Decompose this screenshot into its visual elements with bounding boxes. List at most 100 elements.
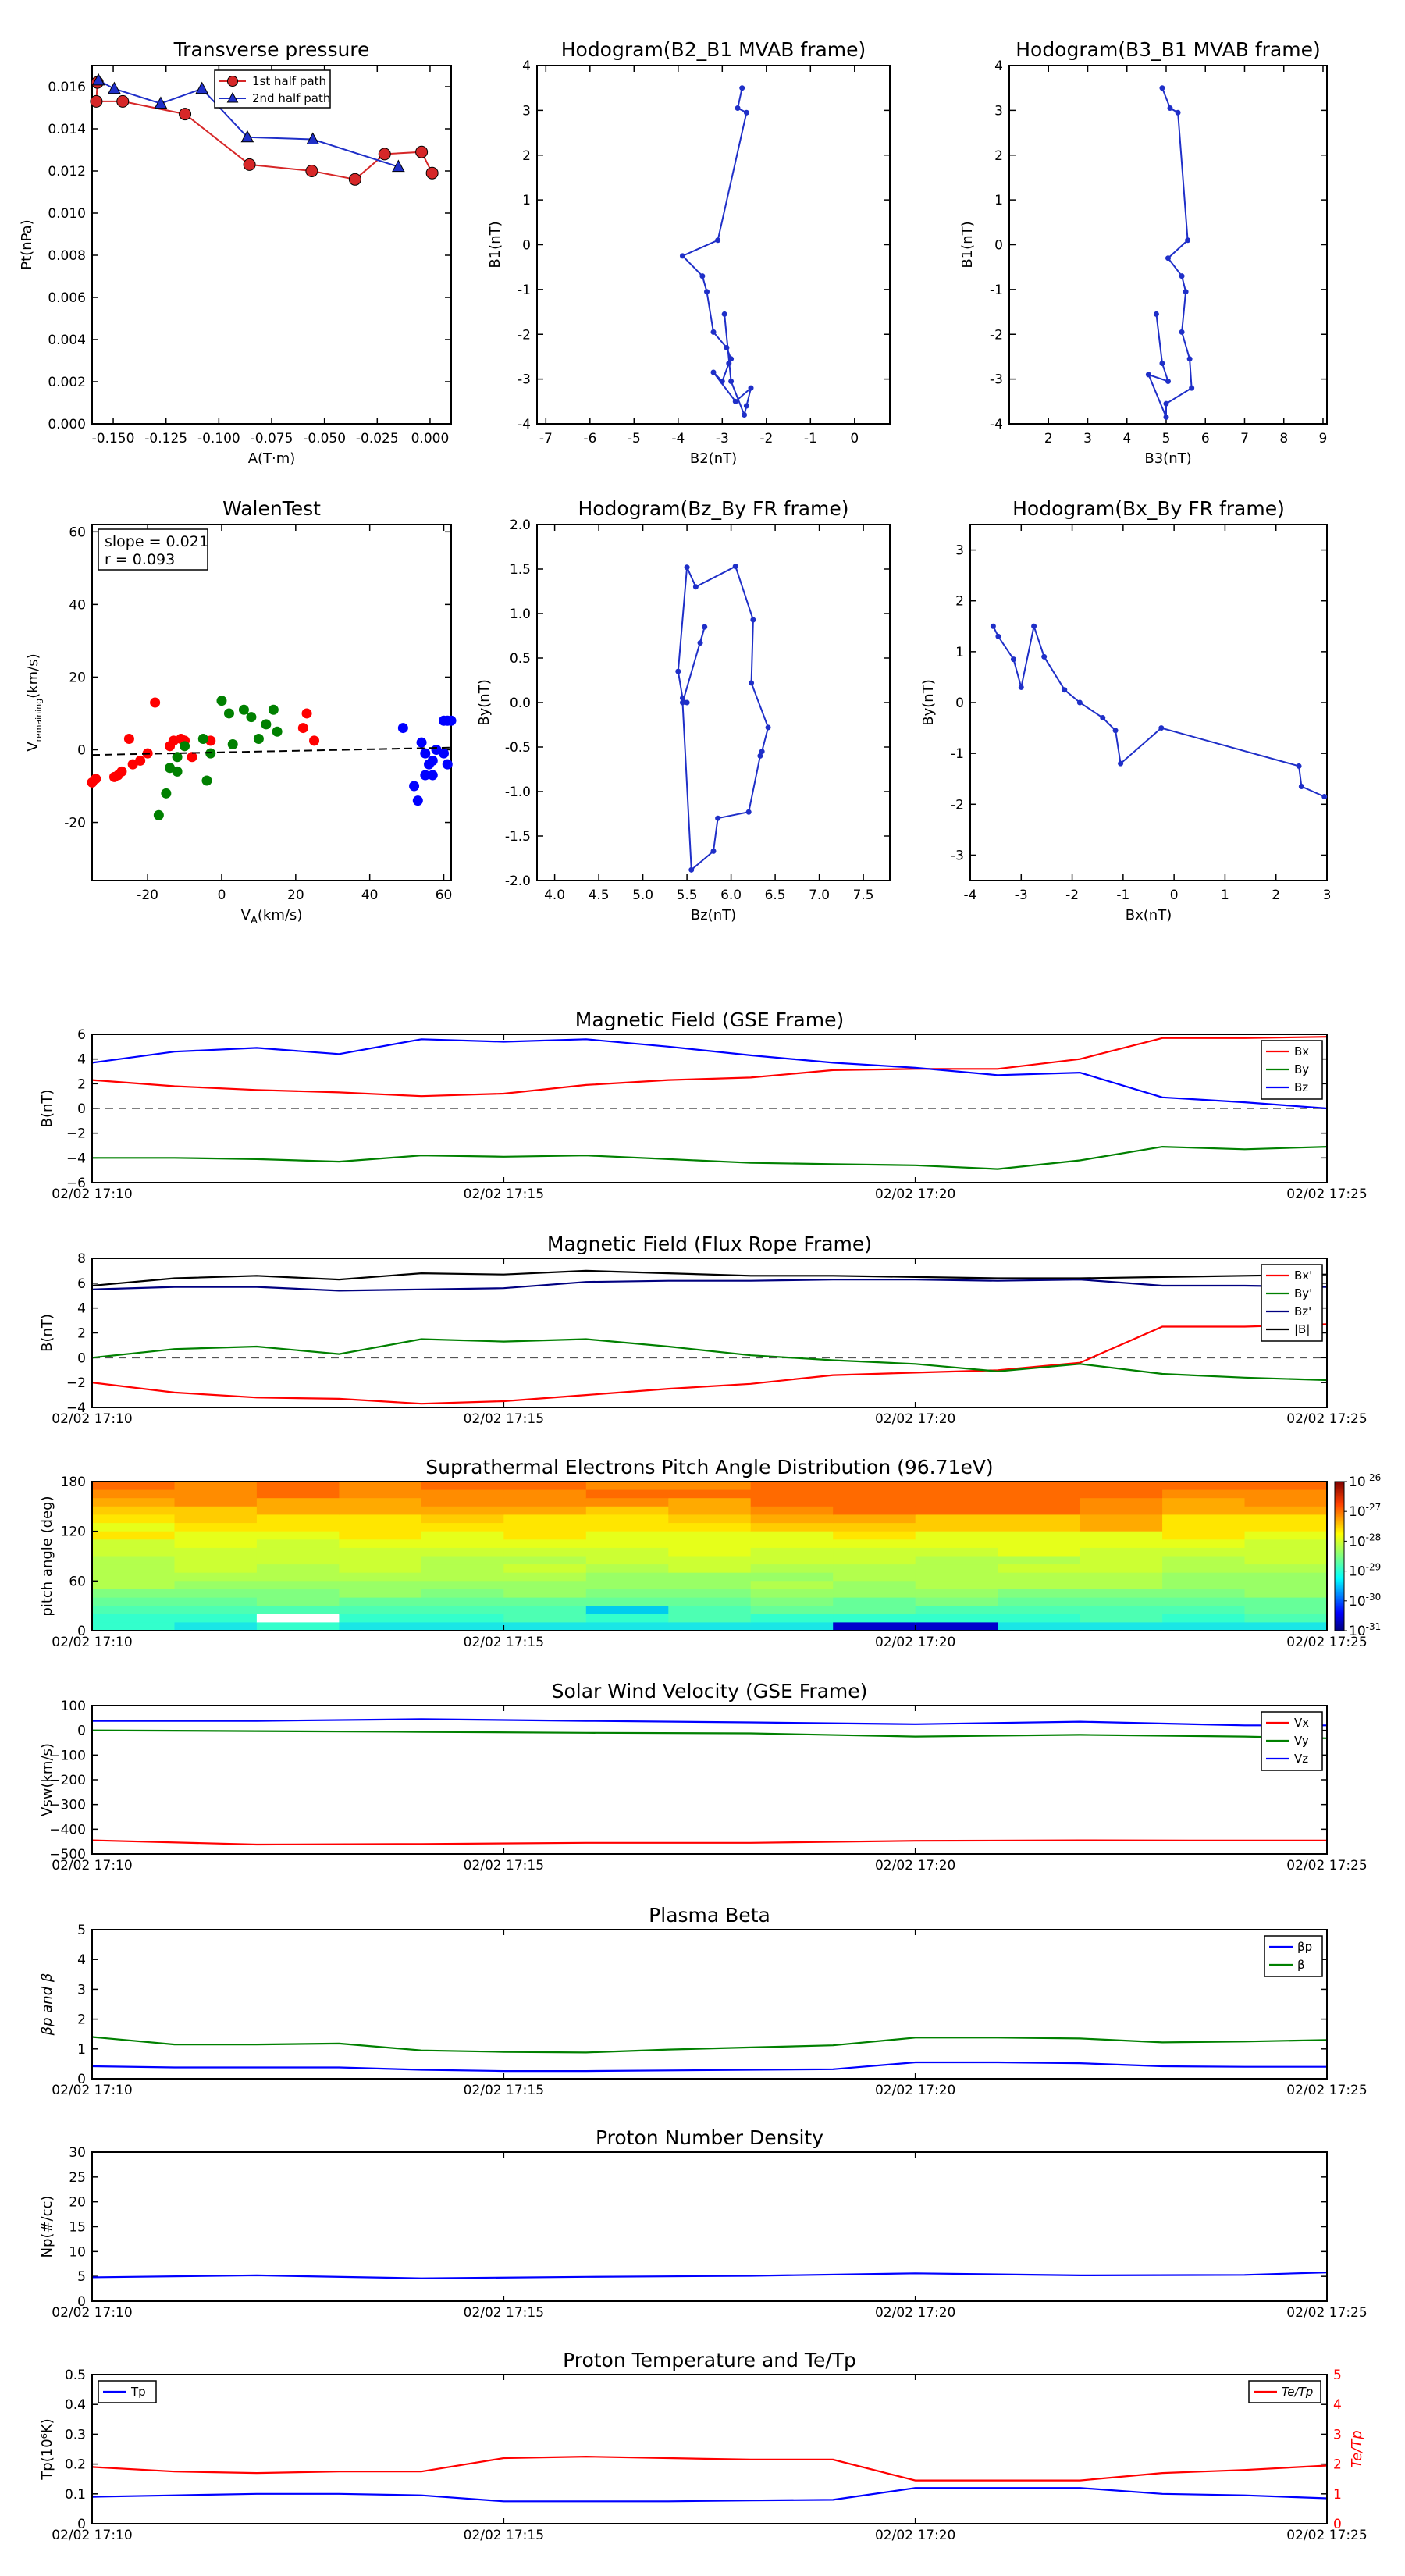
vsw-ytick-label: 0: [77, 1724, 86, 1739]
pad-heatmap-cell: [585, 1547, 670, 1557]
pad-heatmap-cell: [174, 1482, 258, 1491]
tpr-ylabel: Tp(10⁶K): [39, 2418, 55, 2480]
hzy-xtick-label: 6.0: [720, 888, 742, 903]
pad-heatmap-cell: [915, 1556, 998, 1565]
tp-ylabel: Pt(nPa): [19, 219, 35, 269]
hzy-point: [692, 584, 699, 590]
pad-heatmap-cell: [915, 1597, 998, 1606]
pad-heatmap-cell: [833, 1614, 916, 1624]
mfgse-series-Bx: [91, 1036, 1328, 1098]
hzy-xlabel: Bz(nT): [691, 907, 736, 923]
h21-xtick-label: -4: [671, 431, 685, 447]
mffr-title: Magnetic Field (Flux Rope Frame): [547, 1233, 872, 1255]
pad-heatmap-cell: [1244, 1547, 1328, 1557]
pad-heatmap-cell: [585, 1597, 670, 1606]
np-series-line: [91, 2272, 1328, 2279]
pad-heatmap-cell: [915, 1498, 998, 1507]
pad-heatmap-cell: [1162, 1506, 1246, 1516]
hxy-title: Hodogram(Bx_By FR frame): [1012, 497, 1285, 520]
h21-point: [710, 369, 717, 375]
tp-point: [378, 148, 391, 161]
h31-point: [1165, 255, 1171, 262]
walen-point: [227, 739, 238, 750]
pad-heatmap-cell: [833, 1589, 916, 1599]
h31-xtick-label: 3: [1083, 431, 1092, 447]
walen-ylabel-main: V: [25, 742, 41, 752]
mffr-ytick-label: −4: [66, 1400, 86, 1416]
pad-heatmap-cell: [92, 1482, 176, 1491]
np-ylabel: Np(#/cc): [39, 2196, 55, 2258]
tpr-xtick-label: 02/02 17:10: [52, 2528, 132, 2543]
pad-heatmap-cell: [585, 1564, 670, 1574]
walen-point: [216, 696, 227, 706]
walen-point: [197, 734, 208, 745]
pad-heatmap-cell: [1244, 1498, 1328, 1507]
tp-legend-marker: [227, 76, 238, 87]
np-plot-frame: [91, 2151, 1328, 2302]
np-xtick-label: 02/02 17:15: [464, 2305, 544, 2321]
h31-point: [1163, 414, 1169, 420]
tpr-ylabel-right: Te/Tp: [1349, 2430, 1365, 2467]
hxy-point: [1321, 794, 1328, 800]
beta-ytick-label: 3: [77, 1982, 86, 1998]
h31-xtick-label: 5: [1162, 431, 1171, 447]
pad-heatmap-cell: [833, 1514, 916, 1524]
h31-xtick-label: 7: [1240, 431, 1249, 447]
mfgse-xtick-label: 02/02 17:15: [464, 1187, 544, 1202]
beta-xtick-label: 02/02 17:25: [1286, 2083, 1367, 2098]
h21-point: [739, 85, 745, 91]
pad-heatmap-cell: [585, 1531, 670, 1541]
pad-heatmap-cell: [421, 1572, 505, 1582]
tpr-ytick-label: 0.3: [65, 2427, 86, 2443]
pad-heatmap-cell: [1244, 1589, 1328, 1599]
walen-point: [268, 704, 279, 715]
pad-heatmap-cell: [256, 1606, 340, 1615]
pad-heatmap-cell: [421, 1482, 505, 1491]
pad-heatmap-cell: [998, 1589, 1081, 1599]
hzy-point: [675, 668, 681, 674]
hzy-xtick-label: 7.5: [853, 888, 874, 903]
pad-heatmap-cell: [92, 1489, 176, 1499]
pad-heatmap-cell: [750, 1523, 834, 1532]
h21-point: [719, 378, 725, 384]
pad-heatmap-cell: [998, 1539, 1081, 1549]
pad-heatmap-cell: [92, 1597, 176, 1606]
pad-heatmap-cell: [421, 1589, 505, 1599]
pad-heatmap-cell: [256, 1581, 340, 1590]
pad-heatmap-cell: [915, 1572, 998, 1582]
h31-point: [1185, 237, 1191, 244]
h21-point: [748, 385, 754, 391]
walen-ytick-label: 60: [69, 525, 86, 540]
mfgse-xtick-label: 02/02 17:25: [1286, 1187, 1367, 1202]
pad-heatmap-cell: [1244, 1581, 1328, 1590]
pad-heatmap-cell: [503, 1498, 587, 1507]
pad-heatmap-cell: [668, 1572, 752, 1582]
pad-heatmap-cell: [1162, 1564, 1246, 1574]
hzy-ytick-label: 0.5: [510, 651, 531, 667]
pad-heatmap-cell: [1080, 1581, 1163, 1590]
pad-heatmap-cell: [1244, 1606, 1328, 1615]
pad-heatmap-cell: [174, 1531, 258, 1541]
pad-heatmap-cell: [1162, 1589, 1246, 1599]
tp-ytick-label: 0.002: [48, 375, 86, 390]
mffr-ytick-label: 8: [77, 1251, 86, 1267]
pad-heatmap-cell: [339, 1614, 422, 1624]
pad-heatmap-cell: [421, 1597, 505, 1606]
pad-heatmap-cell: [174, 1581, 258, 1590]
pad-heatmap-cell: [915, 1547, 998, 1557]
pad-heatmap-cell: [503, 1597, 587, 1606]
hzy-ytick-label: -0.5: [505, 740, 531, 756]
mffr-xtick-label: 02/02 17:25: [1286, 1411, 1367, 1427]
pad-heatmap-cell: [1162, 1597, 1246, 1606]
pad-heatmap-cell: [1244, 1564, 1328, 1574]
pad-heatmap-cell: [1080, 1514, 1163, 1524]
tpr-ytick-label: 0.2: [65, 2457, 86, 2473]
h31-point: [1165, 378, 1171, 384]
pad-heatmap-cell: [1080, 1606, 1163, 1615]
pad-heatmap-cell: [339, 1572, 422, 1582]
pad-heatmap-cell: [915, 1589, 998, 1599]
pad-heatmap-cell: [915, 1523, 998, 1532]
pad-heatmap-cell: [668, 1489, 752, 1499]
beta-title: Plasma Beta: [649, 1904, 770, 1927]
pad-heatmap-cell: [750, 1556, 834, 1565]
